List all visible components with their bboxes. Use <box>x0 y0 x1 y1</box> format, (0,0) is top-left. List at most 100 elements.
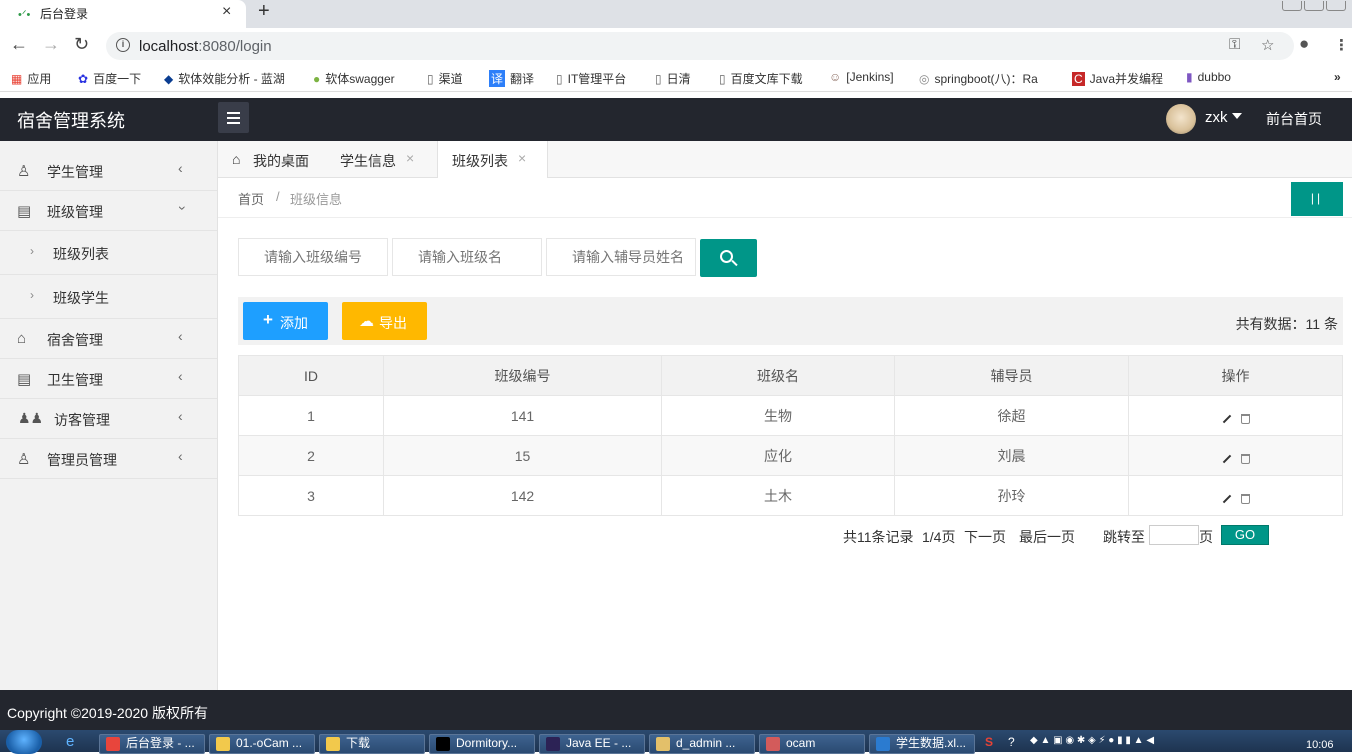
bookmark-item[interactable]: ▮ dubbo <box>1186 70 1231 84</box>
taskbar-item[interactable]: Dormitory... <box>429 734 535 754</box>
bookmark-item[interactable]: 译翻译 <box>489 70 534 87</box>
bookmark-item[interactable]: C Java并发编程 <box>1072 70 1163 87</box>
start-button[interactable] <box>6 730 42 754</box>
refresh-button[interactable]: || <box>1291 182 1343 216</box>
site-icon: ◎ <box>919 72 930 86</box>
edit-icon[interactable] <box>1222 454 1231 464</box>
close-window-icon[interactable] <box>1326 1 1346 11</box>
sidebar-item-visitors[interactable]: ♟♟ 访客管理 ‹ <box>0 399 217 439</box>
sidebar-item-admins[interactable]: ♙ 管理员管理 ‹ <box>0 439 217 479</box>
new-tab-icon[interactable]: + <box>258 0 270 23</box>
copyright: Copyright ©2019-2020 版权所有 <box>7 705 208 721</box>
jump-page-input[interactable] <box>1149 525 1199 545</box>
cell-class-no: 142 <box>383 475 662 516</box>
taskbar-item[interactable]: d_admin ... <box>649 734 755 754</box>
bookmarks-bar: ▦ 应用 ✿ 百度一下 ◆ 软体效能分析 - 蓝湖 ● 软体swagger ▯ 渠道 译翻… <box>0 64 1352 92</box>
sidebar-item-classes[interactable]: ▤ 班级管理 ‹ <box>0 191 217 231</box>
close-icon[interactable]: × <box>518 150 526 166</box>
baidu-icon: ✿ <box>78 72 89 86</box>
ie-icon[interactable]: e <box>66 733 74 750</box>
window-controls[interactable] <box>1280 0 1346 14</box>
class-no-field[interactable] <box>238 238 388 276</box>
close-tab-icon[interactable]: × <box>222 3 231 21</box>
caret-down-icon[interactable] <box>1232 113 1242 119</box>
jenkins-icon: ☺ <box>829 70 842 84</box>
class-no-input[interactable] <box>264 249 387 265</box>
eclipse-icon <box>546 737 560 751</box>
tab-desktop[interactable]: ⌂ 我的桌面 <box>218 141 326 178</box>
sidebar-subitem-class-students[interactable]: › 班级学生 <box>0 275 217 319</box>
menu-dots-icon[interactable]: ⋮ <box>1334 36 1349 54</box>
table-row: 1 141 生物 徐超 <box>238 395 1343 436</box>
export-button[interactable]: ☁ 导出 <box>342 302 427 340</box>
next-page-link[interactable]: 下一页 <box>964 527 1006 547</box>
tab-student-info[interactable]: 学生信息 × <box>326 141 438 178</box>
db-icon <box>656 737 670 751</box>
page-icon: ▯ <box>719 72 726 86</box>
app-title: 宿舍管理系统 <box>17 111 125 131</box>
url-field[interactable]: i localhost:8080/login <box>106 32 1294 60</box>
bookmark-item[interactable]: ◎ springboot(八)：Ra <box>919 70 1053 87</box>
bookmark-item[interactable]: ✿ 百度一下 <box>78 70 141 87</box>
users-icon: ♟♟ <box>18 410 44 426</box>
bookmark-item[interactable]: ▯ IT管理平台 <box>556 70 626 87</box>
counselor-field[interactable] <box>546 238 696 276</box>
counselor-input[interactable] <box>572 249 695 265</box>
more-bookmarks-icon[interactable]: » <box>1334 70 1341 84</box>
menu-toggle-button[interactable] <box>218 102 249 133</box>
tray-icons[interactable]: ◆ ▲ ▣ ◉ ✱ ◈ ⚡ ● ▮ ▮ ▲ ◀ <box>1030 735 1154 746</box>
go-button[interactable]: GO <box>1221 525 1269 545</box>
class-name-field[interactable] <box>392 238 542 276</box>
taskbar-item[interactable]: 下载 <box>319 734 425 754</box>
bookmark-item[interactable]: ▯ 渠道 <box>427 70 463 87</box>
taskbar-item[interactable]: Java EE - ... <box>539 734 645 754</box>
last-page-link[interactable]: 最后一页 <box>1019 527 1075 547</box>
taskbar-item[interactable]: 学生数据.xl... <box>869 734 975 754</box>
forward-icon[interactable]: → <box>42 34 60 55</box>
sidebar-subitem-class-list[interactable]: › 班级列表 <box>0 231 217 275</box>
page-tabs: ⌂ 我的桌面 学生信息 × 班级列表 × <box>218 141 1352 179</box>
bookmark-item[interactable]: ● 软体swagger <box>313 70 395 87</box>
maximize-icon[interactable] <box>1304 1 1324 11</box>
site-info-icon[interactable]: i <box>116 38 130 52</box>
sidebar-item-students[interactable]: ♙ 学生管理 ‹ <box>0 151 217 191</box>
app-header: 宿舍管理系统 zxk 前台首页 <box>0 98 1352 141</box>
taskbar-item[interactable]: ocam <box>759 734 865 754</box>
sidebar-item-dorms[interactable]: ⌂ 宿舍管理 ‹ <box>0 319 217 359</box>
sidebar-item-hygiene[interactable]: ▤ 卫生管理 ‹ <box>0 359 217 399</box>
taskbar-item[interactable]: 01.-oCam ... <box>209 734 315 754</box>
delete-icon[interactable] <box>1240 414 1250 424</box>
class-name-input[interactable] <box>418 249 541 265</box>
browser-tab[interactable]: •ᐟ• 后台登录 × <box>0 0 246 28</box>
front-home-link[interactable]: 前台首页 <box>1266 109 1322 129</box>
star-icon[interactable]: ☆ <box>1261 36 1274 54</box>
search-button[interactable] <box>700 239 757 277</box>
back-icon[interactable]: ← <box>10 34 28 55</box>
minimize-icon[interactable] <box>1282 1 1302 11</box>
bookmark-item[interactable]: ☺ [Jenkins] <box>829 70 894 84</box>
cell-actions <box>1128 395 1343 436</box>
profile-icon[interactable]: ● <box>1299 34 1309 54</box>
key-icon[interactable]: ⚿ <box>1229 36 1240 53</box>
username[interactable]: zxk <box>1205 109 1228 126</box>
reload-icon[interactable]: ↻ <box>74 34 89 55</box>
add-button[interactable]: + 添加 <box>243 302 328 340</box>
help-icon[interactable]: ? <box>1008 735 1015 749</box>
bookmark-item[interactable]: ▯ 百度文库下载 <box>719 70 803 87</box>
breadcrumb-home[interactable]: 首页 <box>238 189 264 208</box>
sogou-icon[interactable]: S <box>985 735 993 749</box>
cell-actions <box>1128 435 1343 476</box>
bookmark-item[interactable]: ▯ 日清 <box>655 70 691 87</box>
bookmark-item[interactable]: ◆ 软体效能分析 - 蓝湖 <box>164 70 285 87</box>
column-header: 班级编号 <box>383 355 662 396</box>
edit-icon[interactable] <box>1222 494 1231 504</box>
tab-class-list[interactable]: 班级列表 × <box>437 141 548 179</box>
avatar[interactable] <box>1166 104 1196 134</box>
edit-icon[interactable] <box>1222 414 1231 424</box>
close-icon[interactable]: × <box>406 150 414 166</box>
taskbar-item[interactable]: 后台登录 - ... <box>99 734 205 754</box>
delete-icon[interactable] <box>1240 494 1250 504</box>
delete-icon[interactable] <box>1240 454 1250 464</box>
bookmark-apps[interactable]: ▦ 应用 <box>11 70 51 87</box>
favicon-icon: •ᐟ• <box>18 9 31 21</box>
